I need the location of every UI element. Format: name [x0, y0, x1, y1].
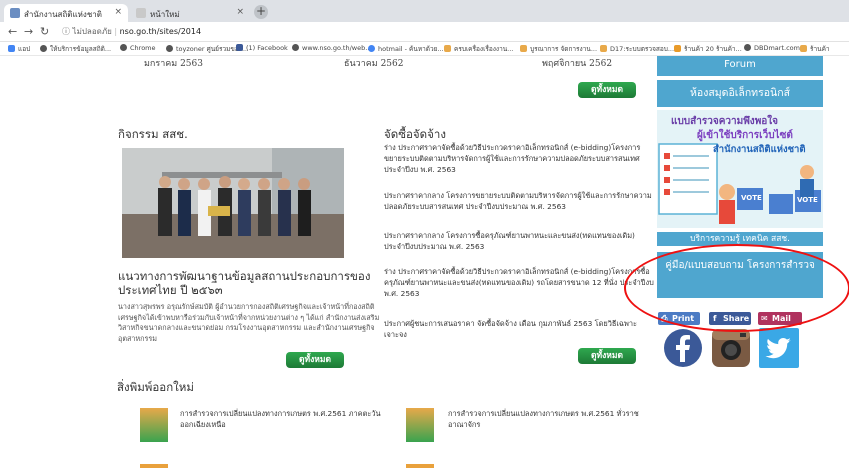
see-all-procurement-button[interactable]: ดูทั้งหมด — [578, 348, 636, 364]
bookmarks-bar: แอป ให้บริการข้อมูลสถิติ... Chrome toyzo… — [0, 42, 849, 56]
publication-cover-thumbnail[interactable] — [140, 408, 168, 442]
page-favicon-icon — [136, 8, 146, 18]
procurement-item-link[interactable]: ประกาศผู้ชนะการเสนอราคา จัดซื้อจัดจ้าง เ… — [384, 318, 654, 340]
globe-icon — [120, 44, 127, 51]
bookmark-item[interactable]: Chrome — [120, 44, 156, 52]
browser-tab-strip: สำนักงานสถิติแห่งชาติ × หน้าใหม่ × + — [0, 0, 849, 22]
folder-icon — [600, 45, 607, 52]
url-text: nso.go.th/sites/2014 — [119, 27, 202, 36]
bookmark-item[interactable]: www.nso.go.th/web... — [292, 44, 371, 52]
activity-photo[interactable] — [122, 148, 344, 258]
activity-headline-link[interactable]: แนวทางการพัฒนาฐานข้อมูลสถานประกอบการของป… — [118, 269, 393, 297]
globe-icon — [40, 45, 47, 52]
folder-icon — [800, 45, 807, 52]
bookmark-item[interactable]: ร้านค้า 20 ร้านค้า... — [674, 44, 742, 54]
publication-title-link[interactable]: การสำรวจการเปลี่ยนแปลงทางการเกษตร พ.ศ.25… — [448, 408, 653, 430]
site-favicon-icon — [10, 8, 20, 18]
activities-heading: กิจกรรม สสช. — [118, 127, 188, 141]
bookmark-apps[interactable]: แอป — [8, 44, 30, 54]
forum-button[interactable]: Forum — [657, 56, 823, 76]
procurement-item-link[interactable]: ร่าง ประกาศราคาจัดซื้อด้วยวิธีประกวดราคา… — [384, 142, 654, 175]
news-date: พฤศจิกายน 2562 — [542, 59, 613, 69]
facebook-icon — [236, 44, 243, 51]
bookmark-item[interactable]: ร้านค้า — [800, 44, 830, 54]
publication-title-link[interactable]: การสำรวจการเปลี่ยนแปลงทางการเกษตร พ.ศ.25… — [180, 408, 385, 430]
info-icon[interactable]: ⓘ — [62, 27, 70, 36]
forward-arrow-icon[interactable]: → — [24, 25, 33, 38]
see-all-news-button[interactable]: ดูทั้งหมด — [578, 82, 636, 98]
e-library-button[interactable]: ห้องสมุดอิเล็กทรอนิกส์ — [657, 80, 823, 107]
publication-cover-peek — [140, 464, 168, 468]
publication-cover-peek — [406, 464, 434, 468]
close-tab-icon[interactable]: × — [114, 7, 122, 17]
new-publications-heading: สิ่งพิมพ์ออกใหม่ — [117, 380, 194, 394]
publication-cover-thumbnail[interactable] — [406, 408, 434, 442]
folder-icon — [520, 45, 527, 52]
see-all-activities-button[interactable]: ดูทั้งหมด — [286, 352, 344, 368]
vote-box-label: VOTE — [797, 196, 818, 204]
not-secure-label: ไม่ปลอดภัย — [72, 27, 112, 36]
activity-description: นางสาวสุพรพร อรุณรักษ์สมบัติ ผู้อำนวยการ… — [118, 302, 380, 343]
address-bar-row: ← → ↻ ⓘ ไม่ปลอดภัย | nso.go.th/sites/201… — [0, 22, 849, 42]
browser-tab-active[interactable]: สำนักงานสถิติแห่งชาติ × — [4, 4, 128, 22]
folder-icon — [444, 45, 451, 52]
bookmark-item[interactable]: DBDmart.com — [744, 44, 800, 52]
shop-icon — [674, 45, 681, 52]
news-date: ธันวาคม 2562 — [344, 59, 404, 69]
new-tab-button[interactable]: + — [254, 5, 268, 19]
url-field[interactable]: ⓘ ไม่ปลอดภัย | nso.go.th/sites/2014 — [62, 25, 201, 38]
instagram-icon[interactable] — [711, 328, 751, 368]
reload-icon[interactable]: ↻ — [40, 25, 49, 38]
group-photo-image — [122, 148, 344, 258]
browser-tab-inactive[interactable]: หน้าใหม่ × — [130, 4, 250, 22]
news-date: มกราคม 2563 — [144, 59, 203, 69]
bookmark-item[interactable]: ครบเครื่องเรื่องงาน... — [444, 44, 513, 54]
facebook-icon[interactable] — [663, 328, 703, 368]
procurement-item-link[interactable]: ประกาศราคากลาง โครงการขยายระบบติดตามบริห… — [384, 190, 654, 212]
bookmark-item[interactable]: hotmail - ค้นหาด้วย... — [368, 44, 444, 54]
red-highlight-circle — [624, 244, 849, 332]
google-icon — [368, 45, 375, 52]
procurement-item-link[interactable]: ร่าง ประกาศราคาจัดซื้อด้วยวิธีประกวดราคา… — [384, 266, 654, 299]
apps-grid-icon — [8, 45, 15, 52]
procurement-item-link[interactable]: ประกาศราคากลาง โครงการซื้อครุภัณฑ์ยานพาห… — [384, 230, 654, 252]
bookmark-item[interactable]: D17:ระบบตรวจสอบ... — [600, 44, 674, 54]
globe-icon — [292, 44, 299, 51]
banner-title: แบบสำรวจความพึงพอใจ — [671, 116, 779, 127]
close-tab-icon[interactable]: × — [236, 7, 244, 17]
satisfaction-survey-banner[interactable]: แบบสำรวจความพึงพอใจ ผู้เข้าใช้บริการเว็บ… — [657, 110, 823, 228]
back-arrow-icon[interactable]: ← — [8, 25, 17, 38]
bookmark-item[interactable]: ให้บริการข้อมูลสถิติ... — [40, 44, 111, 54]
tab-title: หน้าใหม่ — [150, 10, 180, 19]
banner-subtitle-1: ผู้เข้าใช้บริการเว็บไซต์ — [697, 130, 793, 141]
globe-icon — [744, 44, 751, 51]
bookmark-item[interactable]: (1) Facebook — [236, 44, 288, 52]
bookmark-item[interactable]: บูรณาการ จัดการงาน... — [520, 44, 597, 54]
banner-subtitle-2: สำนักงานสถิติแห่งชาติ — [713, 144, 806, 155]
globe-icon — [166, 45, 173, 52]
twitter-icon[interactable] — [759, 328, 799, 368]
page-content: มกราคม 2563 ธันวาคม 2562 พฤศจิกายน 2562 … — [0, 56, 849, 468]
vote-box-label: VOTE — [741, 194, 762, 202]
tab-title: สำนักงานสถิติแห่งชาติ — [24, 10, 102, 19]
